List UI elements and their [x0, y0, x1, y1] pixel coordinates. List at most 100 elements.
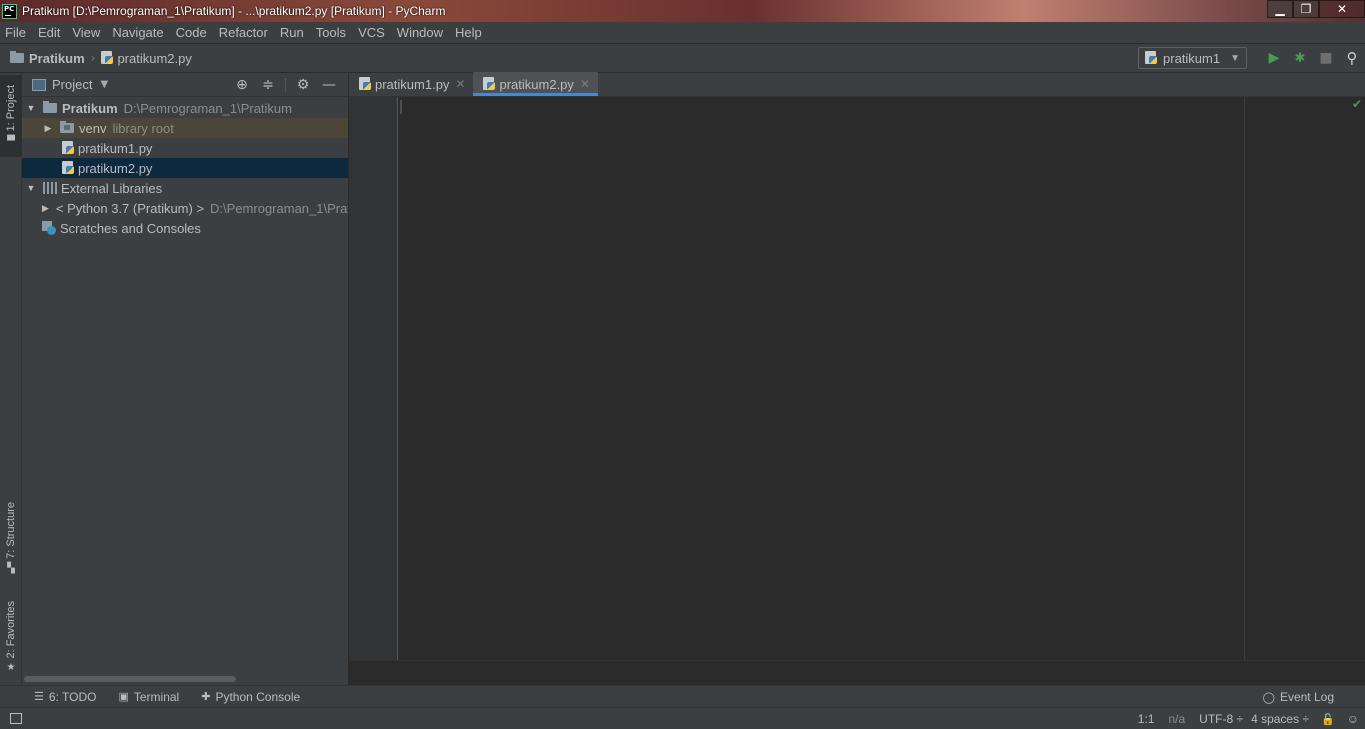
list-icon: ☰	[34, 691, 44, 703]
expand-arrow-right-icon[interactable]: ▶	[42, 123, 54, 134]
run-icon[interactable]: ▶	[1261, 47, 1287, 69]
expand-arrow-down-icon[interactable]: ▼	[25, 183, 37, 193]
python-file-icon	[359, 77, 372, 91]
project-tool-window: Project ▼ ⊕ ≑ ⚙ — ▼ Pratikum D:\Pemrogra…	[22, 73, 349, 685]
horizontal-scrollbar[interactable]	[24, 676, 236, 682]
tree-node-venv[interactable]: ▶ venv library root	[22, 118, 348, 138]
close-tab-icon[interactable]: ✕	[455, 77, 465, 91]
scroll-from-source-icon[interactable]: ⊕	[229, 77, 255, 93]
library-icon	[43, 182, 57, 194]
hector-inspector-icon[interactable]: ☺	[1347, 712, 1359, 726]
structure-icon: ▚	[7, 562, 15, 574]
todo-tool-button[interactable]: ☰ 6: TODO	[34, 690, 96, 704]
project-panel-tools: ⊕ ≑ ⚙ —	[229, 73, 342, 97]
project-view-selector[interactable]: Project	[52, 77, 92, 92]
menu-run[interactable]: Run	[274, 25, 310, 40]
tab-label: pratikum1.py	[375, 76, 450, 92]
menu-edit[interactable]: Edit	[32, 25, 66, 40]
tool-tab-project-label: 1: Project	[5, 85, 17, 132]
menu-navigate[interactable]: Navigate	[106, 25, 169, 40]
todo-label: 6: TODO	[48, 689, 97, 704]
hide-panel-icon[interactable]: —	[316, 77, 342, 93]
python-file-icon	[483, 77, 496, 91]
tab-pratikum1[interactable]: pratikum1.py ✕	[349, 72, 473, 96]
run-configuration-select[interactable]: pratikum1 ▼	[1138, 47, 1247, 69]
project-panel-header: Project ▼ ⊕ ≑ ⚙ —	[22, 73, 348, 97]
stop-icon[interactable]: ■	[1313, 47, 1339, 69]
tool-tab-favorites[interactable]: 2: Favorites ★	[0, 598, 22, 676]
search-icon[interactable]: ⚲	[1339, 47, 1365, 69]
python-sdk-label: < Python 3.7 (Pratikum) >	[55, 200, 205, 216]
left-tool-strip: 1: Project ▀ 7: Structure ▚ 2: Favorites…	[0, 73, 22, 685]
status-bar-widgets: 1:1 n/a UTF-8 ÷ 4 spaces ÷ 🔓 ☺	[1124, 708, 1359, 729]
python-file-icon	[62, 161, 75, 175]
event-log-label: Event Log	[1279, 690, 1334, 704]
root-folder-label: Pratikum	[62, 100, 118, 116]
chevron-down-icon[interactable]: ▼	[100, 79, 108, 90]
debug-bug-icon[interactable]: ✱	[1287, 47, 1313, 69]
pycharm-logo-icon: PC	[2, 3, 17, 19]
lock-icon[interactable]: 🔓	[1321, 713, 1335, 726]
collapse-all-icon[interactable]: ≑	[255, 77, 281, 93]
python-console-icon: ✚	[201, 691, 211, 703]
menu-view[interactable]: View	[66, 25, 106, 40]
breadcrumb-project[interactable]: Pratikum	[0, 51, 85, 66]
toolbar-divider	[285, 78, 286, 92]
python-console-tool-button[interactable]: ✚ Python Console	[201, 690, 300, 704]
bottom-tool-bar: ☰ 6: TODO ▣ Terminal ✚ Python Console ◯ …	[0, 685, 1365, 707]
tree-node-python-sdk[interactable]: ▶ < Python 3.7 (Pratikum) > D:\Pemrogram…	[22, 198, 348, 218]
editor-breadcrumb-bar	[349, 660, 1365, 685]
close-button[interactable]: ✕	[1319, 0, 1365, 18]
inspection-ok-icon[interactable]: ✔	[1352, 97, 1362, 111]
tool-tab-structure-label: 7: Structure	[5, 502, 17, 559]
window-controls: ▁ ❐ ✕	[1267, 0, 1365, 18]
file-label: pratikum2.py	[78, 160, 153, 176]
navbar-toolbar: pratikum1 ▼ ▶ ✱ ■ ⚲	[1138, 44, 1365, 72]
scratches-icon	[42, 221, 56, 235]
event-log-button[interactable]: ◯ Event Log	[1263, 686, 1334, 708]
menu-window[interactable]: Window	[391, 25, 449, 40]
tab-pratikum2[interactable]: pratikum2.py ✕	[473, 72, 599, 96]
venv-note: library root	[112, 120, 174, 136]
minimize-button[interactable]: ▁	[1267, 0, 1293, 18]
window-title: Pratikum [D:\Pemrograman_1\Pratikum] - .…	[22, 4, 446, 18]
chevron-down-icon: ▼	[1230, 52, 1240, 64]
editor-gutter[interactable]	[349, 97, 398, 660]
menu-help[interactable]: Help	[449, 25, 488, 40]
tree-node-pratikum2[interactable]: pratikum2.py	[22, 158, 348, 178]
menu-code[interactable]: Code	[170, 25, 213, 40]
menu-tools[interactable]: Tools	[310, 25, 352, 40]
external-libraries-label: External Libraries	[61, 180, 163, 196]
status-bar: 1:1 n/a UTF-8 ÷ 4 spaces ÷ 🔓 ☺	[0, 707, 1365, 729]
python-file-icon	[62, 141, 75, 155]
scratches-label: Scratches and Consoles	[60, 220, 201, 236]
tree-node-external-libraries[interactable]: ▼ External Libraries	[22, 178, 348, 198]
tree-node-scratches[interactable]: Scratches and Consoles	[22, 218, 348, 238]
event-log-icon: ◯	[1262, 691, 1275, 704]
tool-tab-structure[interactable]: 7: Structure ▚	[0, 498, 22, 578]
tool-tab-project[interactable]: 1: Project ▀	[0, 75, 22, 157]
menu-refactor[interactable]: Refactor	[213, 25, 274, 40]
menu-file[interactable]: File	[0, 25, 32, 40]
close-tab-icon[interactable]: ✕	[580, 77, 590, 91]
logo-text: PC	[4, 4, 15, 13]
python-sdk-path: D:\Pemrograman_1\Prat	[210, 200, 348, 216]
navigation-bar: Pratikum › pratikum2.py pratikum1 ▼ ▶ ✱ …	[0, 43, 1365, 73]
toggle-tool-windows-icon[interactable]	[10, 713, 22, 724]
breadcrumb-file[interactable]: pratikum2.py	[101, 51, 192, 66]
indent-setting[interactable]: 4 spaces ÷	[1251, 712, 1309, 726]
caret-position[interactable]: 1:1	[1138, 712, 1155, 726]
file-encoding[interactable]: UTF-8 ÷	[1199, 712, 1243, 726]
terminal-tool-button[interactable]: ▣ Terminal	[118, 690, 179, 704]
maximize-button[interactable]: ❐	[1293, 0, 1319, 18]
breadcrumb-project-label: Pratikum	[29, 50, 85, 66]
expand-arrow-right-icon[interactable]: ▶	[42, 203, 49, 214]
tree-node-root[interactable]: ▼ Pratikum D:\Pemrograman_1\Pratikum	[22, 98, 348, 118]
run-configuration-label: pratikum1	[1163, 50, 1221, 66]
project-folder-icon: ▀	[7, 135, 15, 147]
tree-node-pratikum1[interactable]: pratikum1.py	[22, 138, 348, 158]
menu-vcs[interactable]: VCS	[352, 25, 391, 40]
expand-arrow-down-icon[interactable]: ▼	[25, 103, 37, 113]
gear-icon[interactable]: ⚙	[290, 77, 316, 93]
python-config-icon	[1145, 51, 1158, 65]
